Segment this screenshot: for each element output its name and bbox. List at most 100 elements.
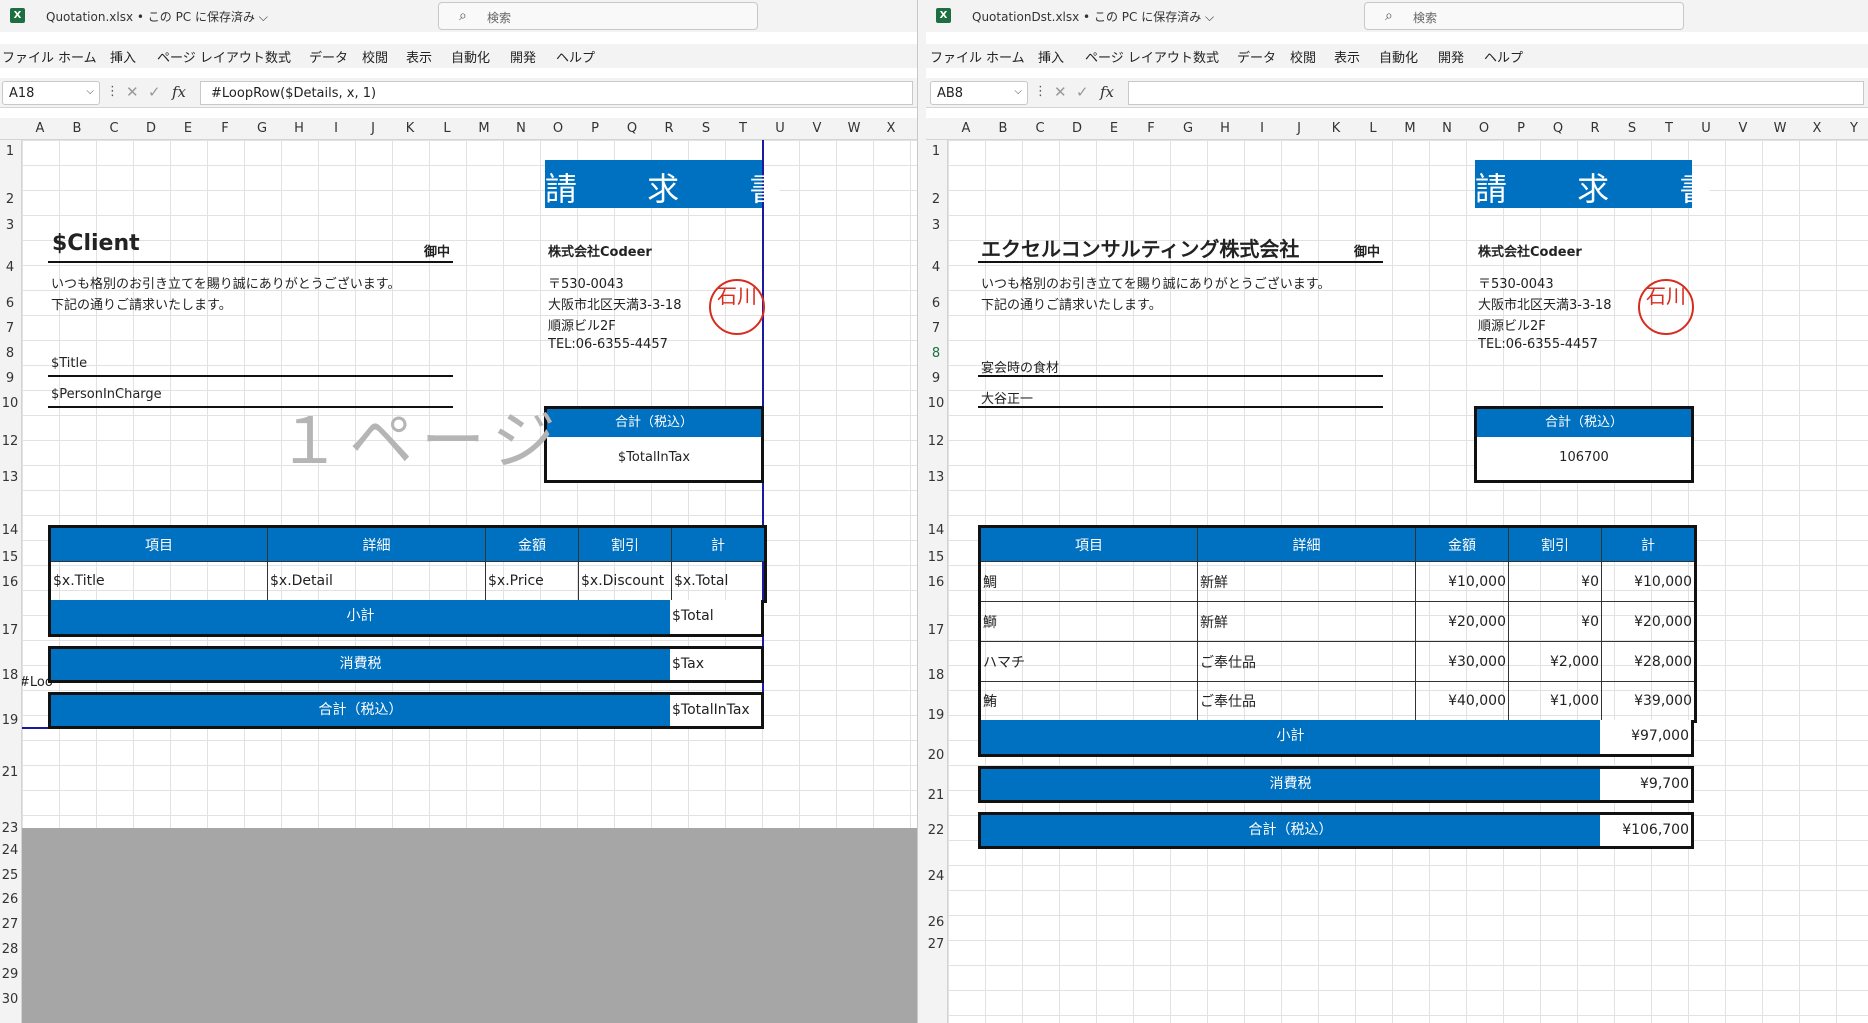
col-header[interactable]: G [1170,121,1206,136]
col-header[interactable]: X [1799,121,1835,136]
col-header[interactable]: J [1281,121,1317,136]
row-header[interactable]: 4 [926,260,946,275]
col-header[interactable]: M [466,121,502,136]
col-header[interactable]: F [207,121,243,136]
row-header[interactable]: 28 [0,942,20,957]
tab-developer[interactable]: 開発 [1438,47,1464,66]
row-header[interactable]: 8 [0,346,20,361]
row-header[interactable]: 7 [926,321,946,336]
row-header[interactable]: 1 [0,144,20,159]
row-header[interactable]: 9 [926,371,946,386]
tab-page-layout[interactable]: ページ レイアウト [1085,47,1193,66]
tab-page-layout[interactable]: ページ レイアウト [157,47,265,66]
col-header[interactable]: Y [1836,121,1868,136]
col-header[interactable]: J [355,121,391,136]
fx-icon[interactable]: fx [1100,83,1114,101]
col-header[interactable]: P [577,121,613,136]
col-header[interactable]: O [540,121,576,136]
more-icon[interactable]: ⋮ [1034,84,1047,99]
col-header[interactable]: U [1688,121,1724,136]
tab-view[interactable]: 表示 [1334,47,1360,66]
row-header[interactable]: 13 [0,470,20,485]
cell-title[interactable]: 鮪 [979,681,1198,722]
row-header[interactable]: 19 [926,708,946,723]
formula-input[interactable]: #LoopRow($Details, x, 1) [200,81,913,105]
col-header[interactable]: Q [1540,121,1576,136]
col-header[interactable]: N [1429,121,1465,136]
row-header[interactable]: 24 [0,843,20,858]
tab-file[interactable]: ファイル [930,47,982,66]
chevron-down-icon[interactable]: ⌵ [1014,86,1022,97]
tab-insert[interactable]: 挿入 [1038,47,1064,66]
row-header[interactable]: 21 [0,765,20,780]
fx-icon[interactable]: fx [172,83,186,101]
tax-value[interactable]: ¥9,700 [1600,769,1691,800]
col-header[interactable]: A [22,121,58,136]
row-header[interactable]: 21 [926,788,946,803]
name-box[interactable]: AB8 ⌵ [930,81,1028,105]
cell-price[interactable]: ¥40,000 [1415,681,1509,722]
col-header[interactable]: X [873,121,909,136]
tab-insert[interactable]: 挿入 [110,47,136,66]
tab-file[interactable]: ファイル [2,47,54,66]
row-header[interactable]: 6 [926,296,946,311]
subtotal-value[interactable]: $Total [670,600,716,634]
col-header[interactable]: W [836,121,872,136]
tab-review[interactable]: 校閲 [1290,47,1316,66]
row-header[interactable]: 2 [0,192,20,207]
cell-total[interactable]: ¥28,000 [1601,641,1696,682]
row-header[interactable]: 27 [926,937,946,952]
row-header[interactable]: 10 [0,396,20,411]
col-header[interactable]: M [1392,121,1428,136]
cell-discount[interactable]: ¥2,000 [1508,641,1602,682]
row-header[interactable]: 15 [0,550,20,565]
cell-detail[interactable]: 新鮮 [1197,601,1416,642]
row-header[interactable]: 23 [0,821,20,836]
row-header[interactable]: 26 [0,892,20,907]
col-header[interactable]: I [1244,121,1280,136]
row-header[interactable]: 1 [926,144,946,159]
col-header[interactable]: H [281,121,317,136]
check-icon[interactable]: ✓ [1076,83,1089,101]
col-header[interactable]: B [985,121,1021,136]
col-header[interactable]: N [503,121,539,136]
cell-price[interactable]: ¥20,000 [1415,601,1509,642]
row-header[interactable]: 7 [0,321,20,336]
chevron-down-icon[interactable]: ⌵ [86,86,94,97]
tab-help[interactable]: ヘルプ [1484,47,1523,66]
col-header[interactable]: L [429,121,465,136]
col-header[interactable]: D [1059,121,1095,136]
window-title[interactable]: QuotationDst.xlsx • この PC に保存済み ⌵ [972,8,1214,25]
sheet-canvas[interactable]: 請 求 書 エクセルコンサルティング株式会社 御中 いつも格別のお引き立てを賜り… [948,140,1868,1023]
cell-discount[interactable]: ¥1,000 [1508,681,1602,722]
tab-formulas[interactable]: 数式 [1193,47,1219,66]
cell-price[interactable]: ¥30,000 [1415,641,1509,682]
cell-price[interactable]: ¥10,000 [1415,561,1509,602]
cell-total[interactable]: ¥20,000 [1601,601,1696,642]
cell-detail[interactable]: $x.Detail [267,561,486,602]
more-icon[interactable]: ⋮ [106,84,119,99]
col-header[interactable]: U [762,121,798,136]
tab-developer[interactable]: 開発 [510,47,536,66]
tab-view[interactable]: 表示 [406,47,432,66]
row-header[interactable]: 10 [926,396,946,411]
col-header[interactable]: R [1577,121,1613,136]
tab-data[interactable]: データ [1237,47,1276,66]
col-header[interactable]: E [170,121,206,136]
row-header[interactable]: 17 [0,623,20,638]
row-header[interactable]: 25 [0,868,20,883]
tab-home[interactable]: ホーム [986,47,1025,66]
tab-home[interactable]: ホーム [58,47,97,66]
col-header[interactable]: D [133,121,169,136]
col-header[interactable]: S [688,121,724,136]
cancel-icon[interactable]: ✕ [1054,83,1067,101]
subtotal-value[interactable]: ¥97,000 [1600,720,1691,754]
row-header[interactable]: 14 [926,523,946,538]
tab-formulas[interactable]: 数式 [265,47,291,66]
cell-detail[interactable]: ご奉仕品 [1197,681,1416,722]
sheet-canvas[interactable]: 請 求 書 $Client 御中 いつも格別のお引き立てを賜り誠にありがとうござ… [22,140,917,1023]
row-header[interactable]: 27 [0,917,20,932]
row-header[interactable]: 16 [0,575,20,590]
col-header[interactable]: S [1614,121,1650,136]
cell-detail[interactable]: ご奉仕品 [1197,641,1416,682]
